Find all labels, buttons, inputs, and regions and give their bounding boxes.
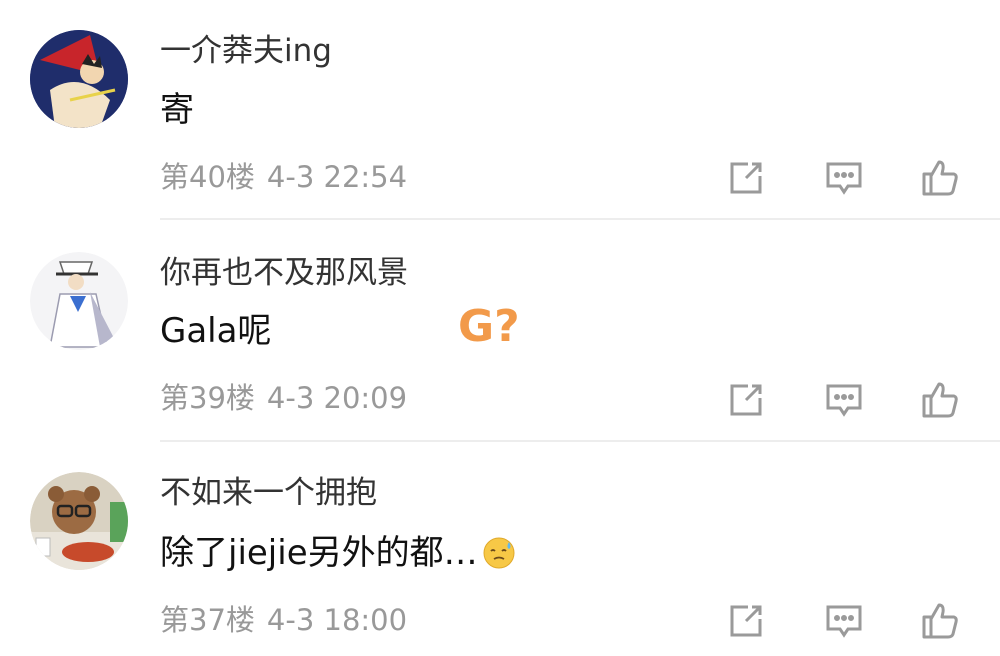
avatar-image (30, 472, 128, 570)
avatar[interactable] (30, 30, 128, 128)
reply-icon (826, 162, 862, 195)
like-icon (922, 603, 958, 639)
comment-item: 不如来一个拥抱 除了jiejie另外的都… 第37楼 4-3 18:00 (0, 442, 1000, 656)
like-icon (922, 160, 958, 196)
sweat-smile-emoji (483, 537, 515, 569)
share-icon (730, 162, 762, 194)
comment-text-body: 除了jiejie另外的都… (160, 533, 478, 573)
comment-text: Gala呢 (160, 309, 271, 353)
reply-button[interactable] (822, 156, 866, 200)
reply-button[interactable] (822, 378, 866, 422)
overlay-annotation: G? (458, 301, 520, 352)
like-button[interactable] (918, 599, 962, 643)
share-button[interactable] (724, 156, 768, 200)
comment-username[interactable]: 你再也不及那风景 (160, 253, 408, 293)
floor-number: 第39楼 (160, 381, 255, 415)
reply-icon (826, 384, 862, 417)
comment-item: 一介莽夫ing 寄 第40楼 4-3 22:54 (0, 0, 1000, 220)
like-button[interactable] (918, 156, 962, 200)
comment-time: 4-3 20:09 (266, 381, 408, 415)
like-icon (922, 382, 958, 418)
comment-text-body: 寄 (160, 90, 194, 130)
comment-time: 4-3 18:00 (266, 603, 408, 637)
like-button[interactable] (918, 378, 962, 422)
avatar-image (30, 30, 128, 128)
comment-username[interactable]: 一介莽夫ing (160, 31, 332, 71)
reply-button[interactable] (822, 599, 866, 643)
comment-username[interactable]: 不如来一个拥抱 (160, 473, 377, 513)
comment-text: 除了jiejie另外的都… (160, 531, 516, 575)
comment-text-body: Gala呢 (160, 311, 272, 351)
share-button[interactable] (724, 599, 768, 643)
comment-meta: 第40楼 4-3 22:54 (160, 158, 419, 196)
comment-meta: 第37楼 4-3 18:00 (160, 601, 419, 639)
avatar[interactable] (30, 472, 128, 570)
avatar-image (30, 252, 128, 350)
floor-number: 第40楼 (160, 160, 255, 194)
share-icon (730, 605, 762, 637)
share-icon (730, 384, 762, 416)
floor-number: 第37楼 (160, 603, 255, 637)
share-button[interactable] (724, 378, 768, 422)
comment-text: 寄 (160, 88, 194, 132)
comment-time: 4-3 22:54 (266, 160, 408, 194)
avatar[interactable] (30, 252, 128, 350)
reply-icon (826, 605, 862, 638)
comment-meta: 第39楼 4-3 20:09 (160, 379, 419, 417)
